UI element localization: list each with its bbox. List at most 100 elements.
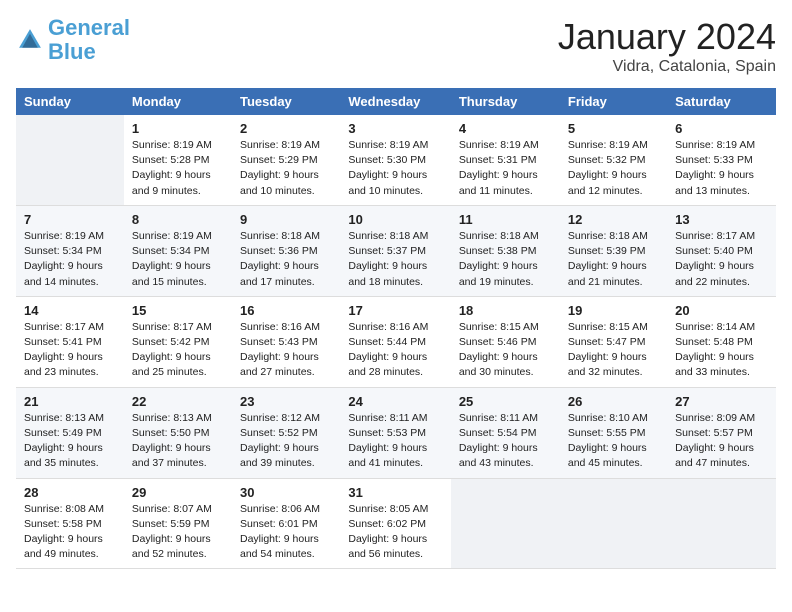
title-block: January 2024 Vidra, Catalonia, Spain (558, 16, 776, 76)
logo-blue: Blue (48, 39, 96, 64)
day-number: 28 (24, 485, 116, 500)
day-header-friday: Friday (560, 88, 667, 115)
day-number: 9 (240, 212, 332, 227)
day-info: Sunrise: 8:19 AMSunset: 5:32 PMDaylight:… (568, 138, 659, 199)
day-cell: 19 Sunrise: 8:15 AMSunset: 5:47 PMDayligh… (560, 296, 667, 387)
day-cell: 7 Sunrise: 8:19 AMSunset: 5:34 PMDaylight… (16, 205, 124, 296)
day-number: 19 (568, 303, 659, 318)
day-cell: 27Sunrise: 8:09 AMSunset: 5:57 PMDayligh… (667, 387, 776, 478)
day-cell: 25 Sunrise: 8:11 AMSunset: 5:54 PMDayligh… (451, 387, 560, 478)
day-cell: 17 Sunrise: 8:16 AMSunset: 5:44 PMDayligh… (340, 296, 450, 387)
calendar-table: SundayMondayTuesdayWednesdayThursdayFrid… (16, 88, 776, 569)
day-info: Sunrise: 8:15 AMSunset: 5:47 PMDaylight:… (568, 320, 659, 381)
calendar-subtitle: Vidra, Catalonia, Spain (558, 58, 776, 76)
day-info: Sunrise: 8:19 AMSunset: 5:28 PMDaylight:… (132, 138, 224, 199)
logo-icon (16, 26, 44, 54)
day-info: Sunrise: 8:19 AMSunset: 5:31 PMDaylight:… (459, 138, 552, 199)
day-cell: 3Sunrise: 8:19 AMSunset: 5:30 PMDaylight… (340, 115, 450, 205)
day-info: Sunrise: 8:10 AMSunset: 5:55 PMDaylight:… (568, 411, 659, 472)
day-info: Sunrise: 8:19 AMSunset: 5:34 PMDaylight:… (132, 229, 224, 290)
day-info: Sunrise: 8:05 AMSunset: 6:02 PMDaylight:… (348, 502, 442, 563)
day-info: Sunrise: 8:19 AMSunset: 5:29 PMDaylight:… (240, 138, 332, 199)
day-cell: 22Sunrise: 8:13 AMSunset: 5:50 PMDayligh… (124, 387, 232, 478)
day-info: Sunrise: 8:09 AMSunset: 5:57 PMDaylight:… (675, 411, 768, 472)
day-cell: 24 Sunrise: 8:11 AMSunset: 5:53 PMDayligh… (340, 387, 450, 478)
day-cell: 16 Sunrise: 8:16 AMSunset: 5:43 PMDayligh… (232, 296, 340, 387)
day-number: 29 (132, 485, 224, 500)
day-cell: 18 Sunrise: 8:15 AMSunset: 5:46 PMDayligh… (451, 296, 560, 387)
day-number: 31 (348, 485, 442, 500)
day-number: 2 (240, 121, 332, 136)
day-cell: 26Sunrise: 8:10 AMSunset: 5:55 PMDayligh… (560, 387, 667, 478)
day-number: 14 (24, 303, 116, 318)
calendar-title: January 2024 (558, 16, 776, 58)
day-header-thursday: Thursday (451, 88, 560, 115)
day-number: 23 (240, 394, 332, 409)
day-number: 1 (132, 121, 224, 136)
day-info: Sunrise: 8:19 AMSunset: 5:34 PMDaylight:… (24, 229, 116, 290)
day-number: 24 (348, 394, 442, 409)
page-header: General Blue January 2024 Vidra, Catalon… (16, 16, 776, 76)
logo: General Blue (16, 16, 130, 64)
day-info: Sunrise: 8:19 AMSunset: 5:33 PMDaylight:… (675, 138, 768, 199)
day-cell (451, 478, 560, 569)
day-number: 20 (675, 303, 768, 318)
day-cell: 2 Sunrise: 8:19 AMSunset: 5:29 PMDaylight… (232, 115, 340, 205)
day-cell: 10 Sunrise: 8:18 AMSunset: 5:37 PMDayligh… (340, 205, 450, 296)
day-info: Sunrise: 8:17 AMSunset: 5:41 PMDaylight:… (24, 320, 116, 381)
day-cell: 14 Sunrise: 8:17 AMSunset: 5:41 PMDayligh… (16, 296, 124, 387)
day-info: Sunrise: 8:11 AMSunset: 5:53 PMDaylight:… (348, 411, 442, 472)
day-number: 8 (132, 212, 224, 227)
week-row-3: 14 Sunrise: 8:17 AMSunset: 5:41 PMDayligh… (16, 296, 776, 387)
day-number: 7 (24, 212, 116, 227)
day-info: Sunrise: 8:15 AMSunset: 5:46 PMDaylight:… (459, 320, 552, 381)
week-row-2: 7 Sunrise: 8:19 AMSunset: 5:34 PMDaylight… (16, 205, 776, 296)
day-number: 6 (675, 121, 768, 136)
day-info: Sunrise: 8:14 AMSunset: 5:48 PMDaylight:… (675, 320, 768, 381)
day-cell (667, 478, 776, 569)
day-info: Sunrise: 8:12 AMSunset: 5:52 PMDaylight:… (240, 411, 332, 472)
day-cell: 11 Sunrise: 8:18 AMSunset: 5:38 PMDayligh… (451, 205, 560, 296)
day-info: Sunrise: 8:18 AMSunset: 5:37 PMDaylight:… (348, 229, 442, 290)
day-info: Sunrise: 8:16 AMSunset: 5:43 PMDaylight:… (240, 320, 332, 381)
day-number: 18 (459, 303, 552, 318)
day-cell: 20 Sunrise: 8:14 AMSunset: 5:48 PMDayligh… (667, 296, 776, 387)
day-number: 30 (240, 485, 332, 500)
day-cell: 13 Sunrise: 8:17 AMSunset: 5:40 PMDayligh… (667, 205, 776, 296)
day-cell: 12Sunrise: 8:18 AMSunset: 5:39 PMDayligh… (560, 205, 667, 296)
day-header-tuesday: Tuesday (232, 88, 340, 115)
day-cell: 5 Sunrise: 8:19 AMSunset: 5:32 PMDaylight… (560, 115, 667, 205)
day-cell: 28 Sunrise: 8:08 AMSunset: 5:58 PMDayligh… (16, 478, 124, 569)
day-number: 21 (24, 394, 116, 409)
day-number: 17 (348, 303, 442, 318)
day-header-saturday: Saturday (667, 88, 776, 115)
day-number: 25 (459, 394, 552, 409)
day-cell: 9 Sunrise: 8:18 AMSunset: 5:36 PMDaylight… (232, 205, 340, 296)
day-cell: 15Sunrise: 8:17 AMSunset: 5:42 PMDayligh… (124, 296, 232, 387)
day-number: 11 (459, 212, 552, 227)
day-info: Sunrise: 8:16 AMSunset: 5:44 PMDaylight:… (348, 320, 442, 381)
day-cell: 29 Sunrise: 8:07 AMSunset: 5:59 PMDayligh… (124, 478, 232, 569)
day-number: 16 (240, 303, 332, 318)
day-info: Sunrise: 8:17 AMSunset: 5:40 PMDaylight:… (675, 229, 768, 290)
week-row-1: 1 Sunrise: 8:19 AMSunset: 5:28 PMDaylight… (16, 115, 776, 205)
week-row-5: 28 Sunrise: 8:08 AMSunset: 5:58 PMDayligh… (16, 478, 776, 569)
day-cell: 8 Sunrise: 8:19 AMSunset: 5:34 PMDaylight… (124, 205, 232, 296)
day-number: 5 (568, 121, 659, 136)
day-cell: 31 Sunrise: 8:05 AMSunset: 6:02 PMDayligh… (340, 478, 450, 569)
day-cell: 30 Sunrise: 8:06 AMSunset: 6:01 PMDayligh… (232, 478, 340, 569)
day-cell: 23 Sunrise: 8:12 AMSunset: 5:52 PMDayligh… (232, 387, 340, 478)
day-info: Sunrise: 8:07 AMSunset: 5:59 PMDaylight:… (132, 502, 224, 563)
day-info: Sunrise: 8:08 AMSunset: 5:58 PMDaylight:… (24, 502, 116, 563)
day-info: Sunrise: 8:11 AMSunset: 5:54 PMDaylight:… (459, 411, 552, 472)
day-info: Sunrise: 8:13 AMSunset: 5:49 PMDaylight:… (24, 411, 116, 472)
day-info: Sunrise: 8:18 AMSunset: 5:36 PMDaylight:… (240, 229, 332, 290)
day-number: 4 (459, 121, 552, 136)
day-number: 10 (348, 212, 442, 227)
day-header-wednesday: Wednesday (340, 88, 450, 115)
day-info: Sunrise: 8:18 AMSunset: 5:38 PMDaylight:… (459, 229, 552, 290)
day-number: 13 (675, 212, 768, 227)
calendar-header-row: SundayMondayTuesdayWednesdayThursdayFrid… (16, 88, 776, 115)
day-info: Sunrise: 8:06 AMSunset: 6:01 PMDaylight:… (240, 502, 332, 563)
day-cell (560, 478, 667, 569)
